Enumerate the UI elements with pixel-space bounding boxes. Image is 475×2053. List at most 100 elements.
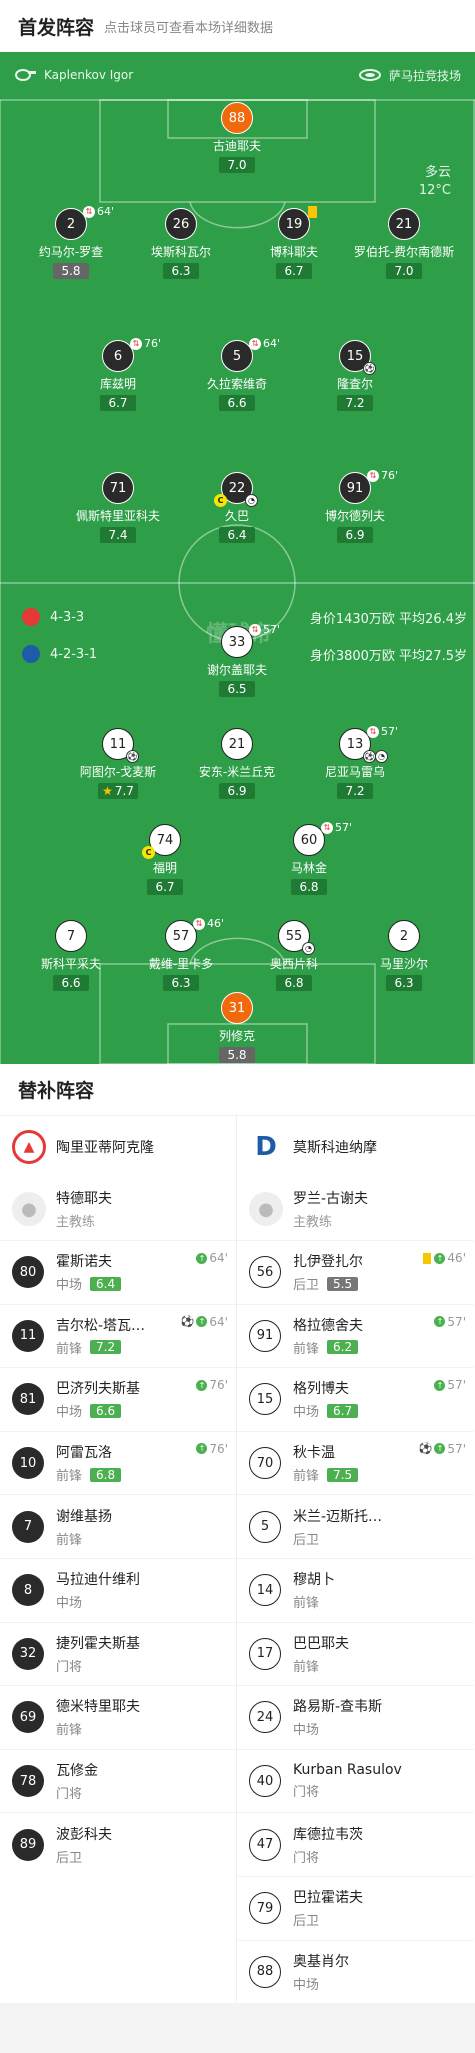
sub-time: 57': [263, 623, 281, 636]
player-away-13[interactable]: 13 ⇅ 57' ⚽ ◔ 尼亚马雷乌 7.2: [280, 725, 430, 799]
sub-player-row[interactable]: 40 Kurban Rasulov 门将: [237, 1748, 474, 1813]
captain-icon: C: [142, 846, 155, 859]
sub-player-name: 德米特里耶夫: [56, 1699, 140, 1716]
sub-player-row[interactable]: 7 谢维基扬 前锋: [0, 1494, 236, 1558]
sub-in-icon: ↑: [434, 1252, 446, 1264]
sub-player-row[interactable]: 10 阿雷瓦洛 前锋 6.8 ↑ 76': [0, 1430, 236, 1495]
sub-player-number: 7: [12, 1510, 44, 1543]
sub-time: 64': [263, 337, 281, 350]
player-number: 31: [221, 992, 253, 1024]
home-team-name: 陶里亚蒂阿克隆: [56, 1140, 154, 1156]
sub-player-row[interactable]: 69 德米特里耶夫 前锋: [0, 1685, 236, 1749]
sub-player-row[interactable]: 24 路易斯-查韦斯 中场: [237, 1685, 474, 1749]
coach-role: 主教练: [56, 1215, 96, 1230]
coach-name: 特德耶夫: [56, 1191, 112, 1207]
player-rating: 6.6: [219, 395, 255, 411]
sub-player-name: 扎伊登扎尔: [293, 1254, 363, 1271]
sub-player-row[interactable]: 79 巴拉霍诺夫 后卫: [237, 1875, 474, 1940]
sub-player-row[interactable]: 70 秋卡温 前锋 7.5 ⚽ ↑ 57': [237, 1430, 474, 1495]
sub-in-time: 57': [447, 1441, 466, 1456]
player-home-gk[interactable]: 88 古迪耶夫 7.0: [162, 102, 312, 173]
sub-player-number: 17: [249, 1637, 281, 1670]
sub-player-position: 中场: [56, 1278, 83, 1294]
sub-player-name: 库德拉韦茨: [293, 1826, 363, 1843]
sub-player-position: 前锋: [293, 1596, 320, 1612]
player-away-60[interactable]: 60 ⇅ 57' 马林金 6.8: [234, 821, 384, 895]
sub-out-icon: ⇅: [193, 917, 205, 930]
match-info-bar: Kaplenkov Igor 萨马拉竞技场: [0, 52, 475, 98]
sub-player-rating: 6.7: [327, 1403, 359, 1418]
sub-player-name: 穆胡卜: [293, 1572, 335, 1589]
player-rating: 6.3: [163, 263, 199, 279]
player-rating: 7.4: [100, 527, 136, 543]
player-rating: 6.7: [276, 263, 312, 279]
sub-player-number: 89: [12, 1828, 44, 1861]
player-rating: 6.8: [291, 879, 327, 895]
sub-player-number: 10: [12, 1447, 44, 1480]
home-team-row[interactable]: ▲ 陶里亚蒂阿克隆: [0, 1116, 236, 1178]
sub-player-row[interactable]: 78 瓦修金 门将: [0, 1748, 236, 1813]
player-home-21[interactable]: 21 罗伯托-费尔南德斯 7.0: [329, 208, 475, 279]
home-coach-row[interactable]: ● 特德耶夫 主教练: [0, 1178, 236, 1240]
player-rating: 5.8: [53, 263, 89, 279]
sub-player-row[interactable]: 14 穆胡卜 前锋: [237, 1557, 474, 1622]
assist-icon: ◔: [375, 750, 388, 763]
sub-player-name: 霍斯诺夫: [56, 1254, 112, 1271]
sub-player-number: 24: [249, 1701, 281, 1734]
sub-in-icon: ↑: [196, 1443, 208, 1455]
weather-condition: 多云: [424, 165, 451, 180]
sub-player-row[interactable]: 17 巴巴耶夫 前锋: [237, 1621, 474, 1686]
player-home-15[interactable]: 15 ⚽ 隆査尔 7.2: [280, 340, 430, 411]
sub-player-row[interactable]: 88 奥基肖尔 中场: [237, 1939, 474, 2004]
sub-player-row[interactable]: 32 捷列霍夫斯基 门将: [0, 1621, 236, 1686]
sub-player-row[interactable]: 47 库德拉韦茨 门将: [237, 1812, 474, 1876]
sub-player-row[interactable]: 8 马拉迪什维利 中场: [0, 1557, 236, 1622]
sub-out-badge: ⇅ 76': [367, 469, 398, 482]
home-formation: 4-3-3: [22, 608, 84, 626]
sub-player-row[interactable]: 80 霍斯诺夫 中场 6.4 ↑ 64': [0, 1240, 236, 1304]
page-subtitle: 点击球员可查看本场详细数据: [104, 20, 274, 36]
sub-player-rating: 6.4: [90, 1276, 122, 1291]
sub-player-position: 前锋: [56, 1341, 83, 1357]
player-away-gk[interactable]: 31 列修克 5.8: [162, 992, 312, 1063]
sub-player-row[interactable]: 11 吉尔松-塔瓦… 前锋 7.2 ⚽ ↑ 64': [0, 1303, 236, 1368]
sub-player-row[interactable]: 81 巴济列夫斯基 中场 6.6 ↑ 76': [0, 1367, 236, 1431]
player-home-91[interactable]: 91 ⇅ 76' 博尔德列夫 6.9: [280, 469, 430, 543]
away-subs-column: D 莫斯科迪纳摩 ● 罗兰-古谢夫 主教练 56 扎伊登扎尔 后卫 5.5 ↑ 46' 91 格…: [237, 1116, 474, 2003]
player-away-33[interactable]: 33 ⇅ 57' 谢尔盖耶夫 6.5: [162, 623, 312, 697]
player-number: 71: [102, 472, 134, 504]
away-coach-row[interactable]: ● 罗兰-古谢夫 主教练: [237, 1178, 474, 1240]
player-number: 5: [232, 348, 242, 364]
player-number: 21: [221, 728, 253, 760]
sub-player-position: 前锋: [293, 1469, 320, 1485]
player-number: 6: [113, 348, 123, 364]
sub-player-position: 前锋: [56, 1469, 83, 1485]
sub-player-row[interactable]: 56 扎伊登扎尔 后卫 5.5 ↑ 46': [237, 1240, 474, 1304]
player-number: 21: [388, 208, 420, 240]
coach-avatar-icon: ●: [249, 1192, 283, 1226]
player-name: 列修克: [218, 1029, 255, 1043]
player-rating: ★ 7.7: [98, 783, 138, 799]
player-name: 古迪耶夫: [212, 139, 261, 153]
sub-player-position: 前锋: [56, 1723, 83, 1739]
sub-player-rating: 6.2: [327, 1340, 359, 1355]
sub-player-row[interactable]: 91 格拉德舍夫 前锋 6.2 ↑ 57': [237, 1303, 474, 1368]
player-away-2[interactable]: 2 马里沙尔 6.3: [329, 920, 475, 991]
player-rating: 6.5: [219, 681, 255, 697]
player-number: 33: [228, 634, 246, 650]
away-team-row[interactable]: D 莫斯科迪纳摩: [237, 1116, 474, 1178]
player-name: 尼亚马雷乌: [324, 765, 385, 779]
sub-player-row[interactable]: 5 米兰-迈斯托… 后卫: [237, 1494, 474, 1558]
sub-in-event: ↑ 46': [423, 1251, 466, 1265]
player-away-74[interactable]: 74 C 福明 6.7: [90, 824, 240, 895]
player-name: 隆査尔: [336, 377, 373, 391]
player-rating: 6.3: [163, 975, 199, 991]
yellow-card-icon: [423, 1252, 432, 1264]
sub-player-name: 格拉德舍夫: [293, 1317, 363, 1334]
sub-player-row[interactable]: 15 格列博夫 中场 6.7 ↑ 57': [237, 1367, 474, 1431]
sub-player-position: 中场: [293, 1723, 320, 1739]
sub-player-position: 中场: [56, 1405, 83, 1421]
sub-in-icon: ↑: [434, 1316, 446, 1328]
player-number: 57: [172, 928, 190, 944]
sub-player-row[interactable]: 89 波彭科夫 后卫: [0, 1812, 236, 1876]
